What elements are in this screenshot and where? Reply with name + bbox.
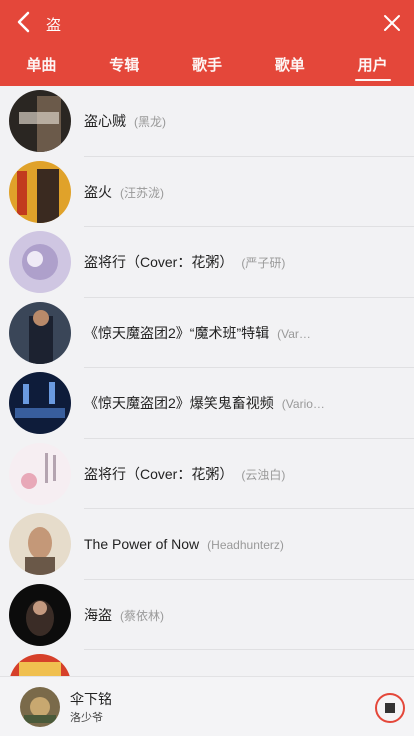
list-item[interactable]: 《惊天魔盗团2》“魔术班”特辑 (Var… — [0, 298, 414, 369]
category-tabs: 单曲 专辑 歌手 歌单 用户 — [0, 46, 414, 86]
search-query[interactable]: 盗 — [46, 14, 61, 35]
cover-art — [9, 372, 71, 435]
list-item[interactable]: 盗将行（Cover：花粥） (云浊白) — [0, 439, 414, 510]
cover-art — [9, 583, 71, 646]
tab-users[interactable]: 用户 — [331, 46, 414, 86]
close-button[interactable] — [376, 7, 408, 39]
now-playing-cover[interactable] — [20, 687, 60, 727]
search-results-list[interactable]: 盗心贼 (黑龙) 盗火 (汪苏泷) 盗将行（Cover：花粥） (严子研) 《惊天魔盗… — [0, 86, 414, 676]
list-item[interactable]: 盗火 (汪苏泷) — [0, 157, 414, 228]
now-playing-artist: 洛少爷 — [70, 712, 103, 724]
song-label: 《惊天魔盗团2》爆笑鬼畜视频 (Vario… — [84, 393, 354, 413]
list-item[interactable]: 海盗 (蔡依林) — [0, 580, 414, 651]
close-icon — [384, 15, 400, 31]
song-artist: (Var… — [277, 326, 311, 341]
song-artist: (Headhunterz) — [207, 538, 284, 553]
cover-art — [9, 654, 71, 676]
tab-albums[interactable]: 专辑 — [83, 46, 166, 86]
song-artist: (Vario… — [281, 397, 325, 412]
song-label: The Power of Now (Headhunterz) — [84, 536, 354, 552]
song-label: 盗将行（Cover：花粥） (云浊白) — [84, 464, 354, 484]
song-title: 盗心贼 — [84, 113, 126, 130]
list-item[interactable]: 盗心贼 (黑龙) — [0, 86, 414, 157]
list-item[interactable]: 《惊天魔盗团2》爆笑鬼畜视频 (Vario… — [0, 368, 414, 439]
song-label: 盗心贼 (黑龙) — [84, 111, 354, 131]
cover-art — [9, 442, 71, 505]
song-artist: (汪苏泷) — [120, 185, 164, 200]
tab-artists[interactable]: 歌手 — [166, 46, 249, 86]
cover-art — [9, 231, 71, 294]
back-arrow-icon — [17, 11, 30, 33]
search-bar: 盗 — [0, 0, 414, 46]
back-button[interactable] — [8, 6, 40, 38]
tab-playlists[interactable]: 歌单 — [248, 46, 331, 86]
song-title: 《惊天魔盗团2》“魔术班”特辑 — [84, 324, 270, 341]
tab-singles[interactable]: 单曲 — [0, 46, 83, 86]
app-header: 盗 单曲 专辑 歌手 歌单 用户 — [0, 0, 414, 86]
cover-art — [9, 90, 71, 153]
song-label: 海盗 (蔡依林) — [84, 605, 354, 625]
song-title: 盗火 — [84, 183, 112, 200]
list-item[interactable]: 盗将行（Cover：花粥） (严子研) — [0, 227, 414, 298]
cover-art — [9, 160, 71, 223]
song-artist: (云浊白) — [241, 467, 286, 482]
song-label: 盗火 (汪苏泷) — [84, 182, 354, 202]
list-item[interactable] — [0, 650, 414, 676]
mini-player[interactable]: 伞下铭 洛少爷 — [0, 676, 414, 736]
cover-art — [9, 301, 71, 364]
song-artist: (黑龙) — [134, 115, 166, 130]
song-title: 盗将行（Cover：花粥） — [84, 465, 234, 482]
song-label: 盗将行（Cover：花粥） (严子研) — [84, 252, 354, 272]
list-item[interactable]: The Power of Now (Headhunterz) — [0, 509, 414, 580]
song-artist: (蔡依林) — [120, 608, 164, 623]
song-title: 《惊天魔盗团2》爆笑鬼畜视频 — [84, 395, 274, 412]
song-title: 海盗 — [84, 606, 112, 623]
cover-art — [9, 513, 71, 576]
song-label: 《惊天魔盗团2》“魔术班”特辑 (Var… — [84, 323, 354, 343]
stop-icon — [375, 693, 405, 723]
song-title: 盗将行（Cover：花粥） — [84, 254, 234, 271]
stop-button[interactable] — [374, 692, 406, 724]
song-title: The Power of Now — [84, 536, 200, 553]
now-playing-title: 伞下铭 — [70, 691, 112, 707]
song-artist: (严子研) — [241, 256, 286, 271]
